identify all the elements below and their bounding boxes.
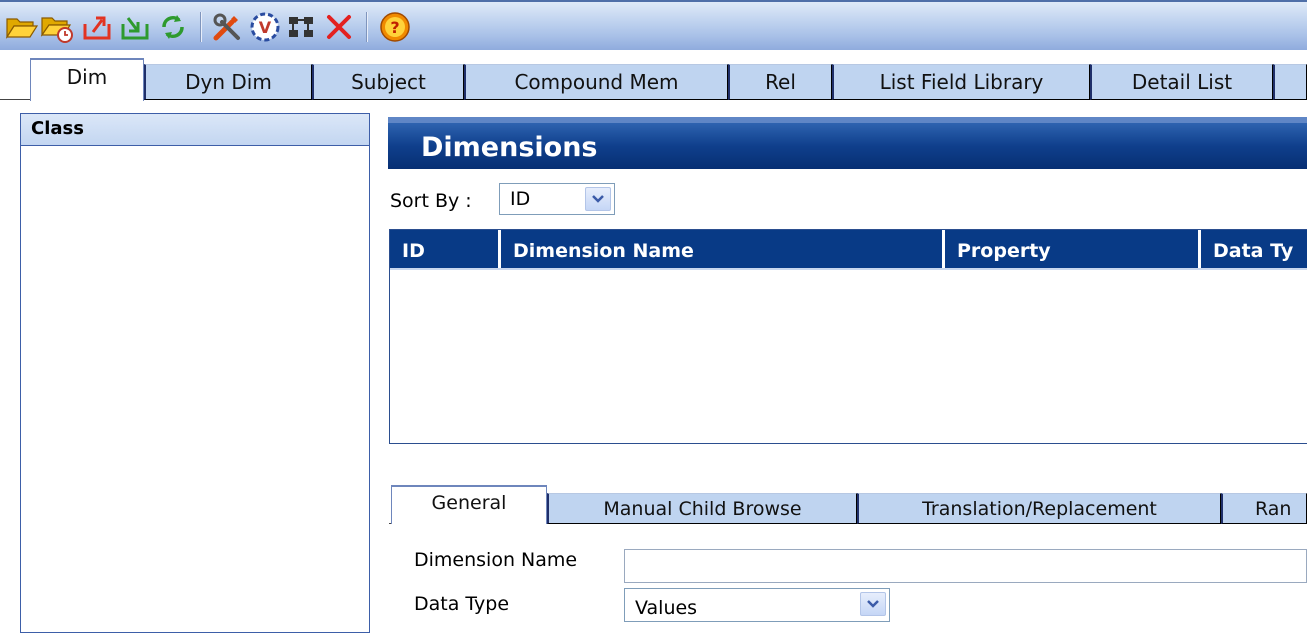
tab-dyn-dim[interactable]: Dyn Dim xyxy=(144,64,312,100)
sort-by-select[interactable]: ID xyxy=(499,183,615,215)
toolbar: V ? xyxy=(0,0,1307,50)
data-type-select[interactable]: Values xyxy=(624,588,890,622)
tab-ran[interactable]: Ran xyxy=(1221,493,1307,524)
data-type-label: Data Type xyxy=(414,593,510,615)
tab-list-field-library[interactable]: List Field Library xyxy=(832,64,1090,100)
detail-tab-bar: General Manual Child Browse Translation/… xyxy=(389,482,1307,524)
tab-rel[interactable]: Rel xyxy=(728,64,832,100)
export-icon[interactable] xyxy=(80,10,114,44)
page-title: Dimensions xyxy=(421,132,598,163)
main-tab-bar: Dim Dyn Dim Subject Compound Mem Rel Lis… xyxy=(0,52,1307,101)
dimension-name-field[interactable] xyxy=(624,549,1307,583)
dimensions-table[interactable]: ID Dimension Name Property Data Ty xyxy=(389,229,1307,444)
column-header-data-type[interactable]: Data Ty xyxy=(1198,230,1307,268)
refresh-icon[interactable] xyxy=(156,10,190,44)
tab-dim[interactable]: Dim xyxy=(30,58,144,101)
chevron-down-icon[interactable] xyxy=(585,187,611,211)
dimensions-header: Dimensions xyxy=(388,117,1307,169)
tab-general[interactable]: General xyxy=(391,485,547,524)
tools-icon[interactable] xyxy=(210,10,244,44)
validate-icon[interactable]: V xyxy=(248,10,282,44)
tab-compound-mem[interactable]: Compound Mem xyxy=(464,64,728,100)
open-folder-icon[interactable] xyxy=(4,10,38,44)
svg-text:V: V xyxy=(259,18,272,37)
tab-overflow[interactable] xyxy=(1273,64,1307,100)
tab-manual-child-browse[interactable]: Manual Child Browse xyxy=(547,493,857,524)
table-header: ID Dimension Name Property Data Ty xyxy=(390,230,1307,268)
hierarchy-icon[interactable] xyxy=(284,10,318,44)
dimension-name-label: Dimension Name xyxy=(414,549,578,571)
sort-by-label: Sort By : xyxy=(390,190,472,212)
open-recent-icon[interactable] xyxy=(40,10,74,44)
tab-translation-replacement[interactable]: Translation/Replacement xyxy=(857,493,1221,524)
delete-icon[interactable] xyxy=(322,10,356,44)
column-header-id[interactable]: ID xyxy=(390,230,498,268)
tab-subject[interactable]: Subject xyxy=(312,64,464,100)
sort-by-value: ID xyxy=(510,188,531,210)
column-header-dimension-name[interactable]: Dimension Name xyxy=(498,230,942,268)
chevron-down-icon[interactable] xyxy=(860,592,886,616)
tab-detail-list[interactable]: Detail List xyxy=(1090,64,1273,100)
class-panel-title: Class xyxy=(21,114,369,146)
header-divider xyxy=(390,268,1307,270)
data-type-value: Values xyxy=(635,597,698,619)
class-panel: Class xyxy=(20,113,370,633)
column-header-property[interactable]: Property xyxy=(942,230,1198,268)
svg-text:?: ? xyxy=(390,18,399,37)
help-icon[interactable]: ? xyxy=(378,10,412,44)
import-icon[interactable] xyxy=(118,10,152,44)
